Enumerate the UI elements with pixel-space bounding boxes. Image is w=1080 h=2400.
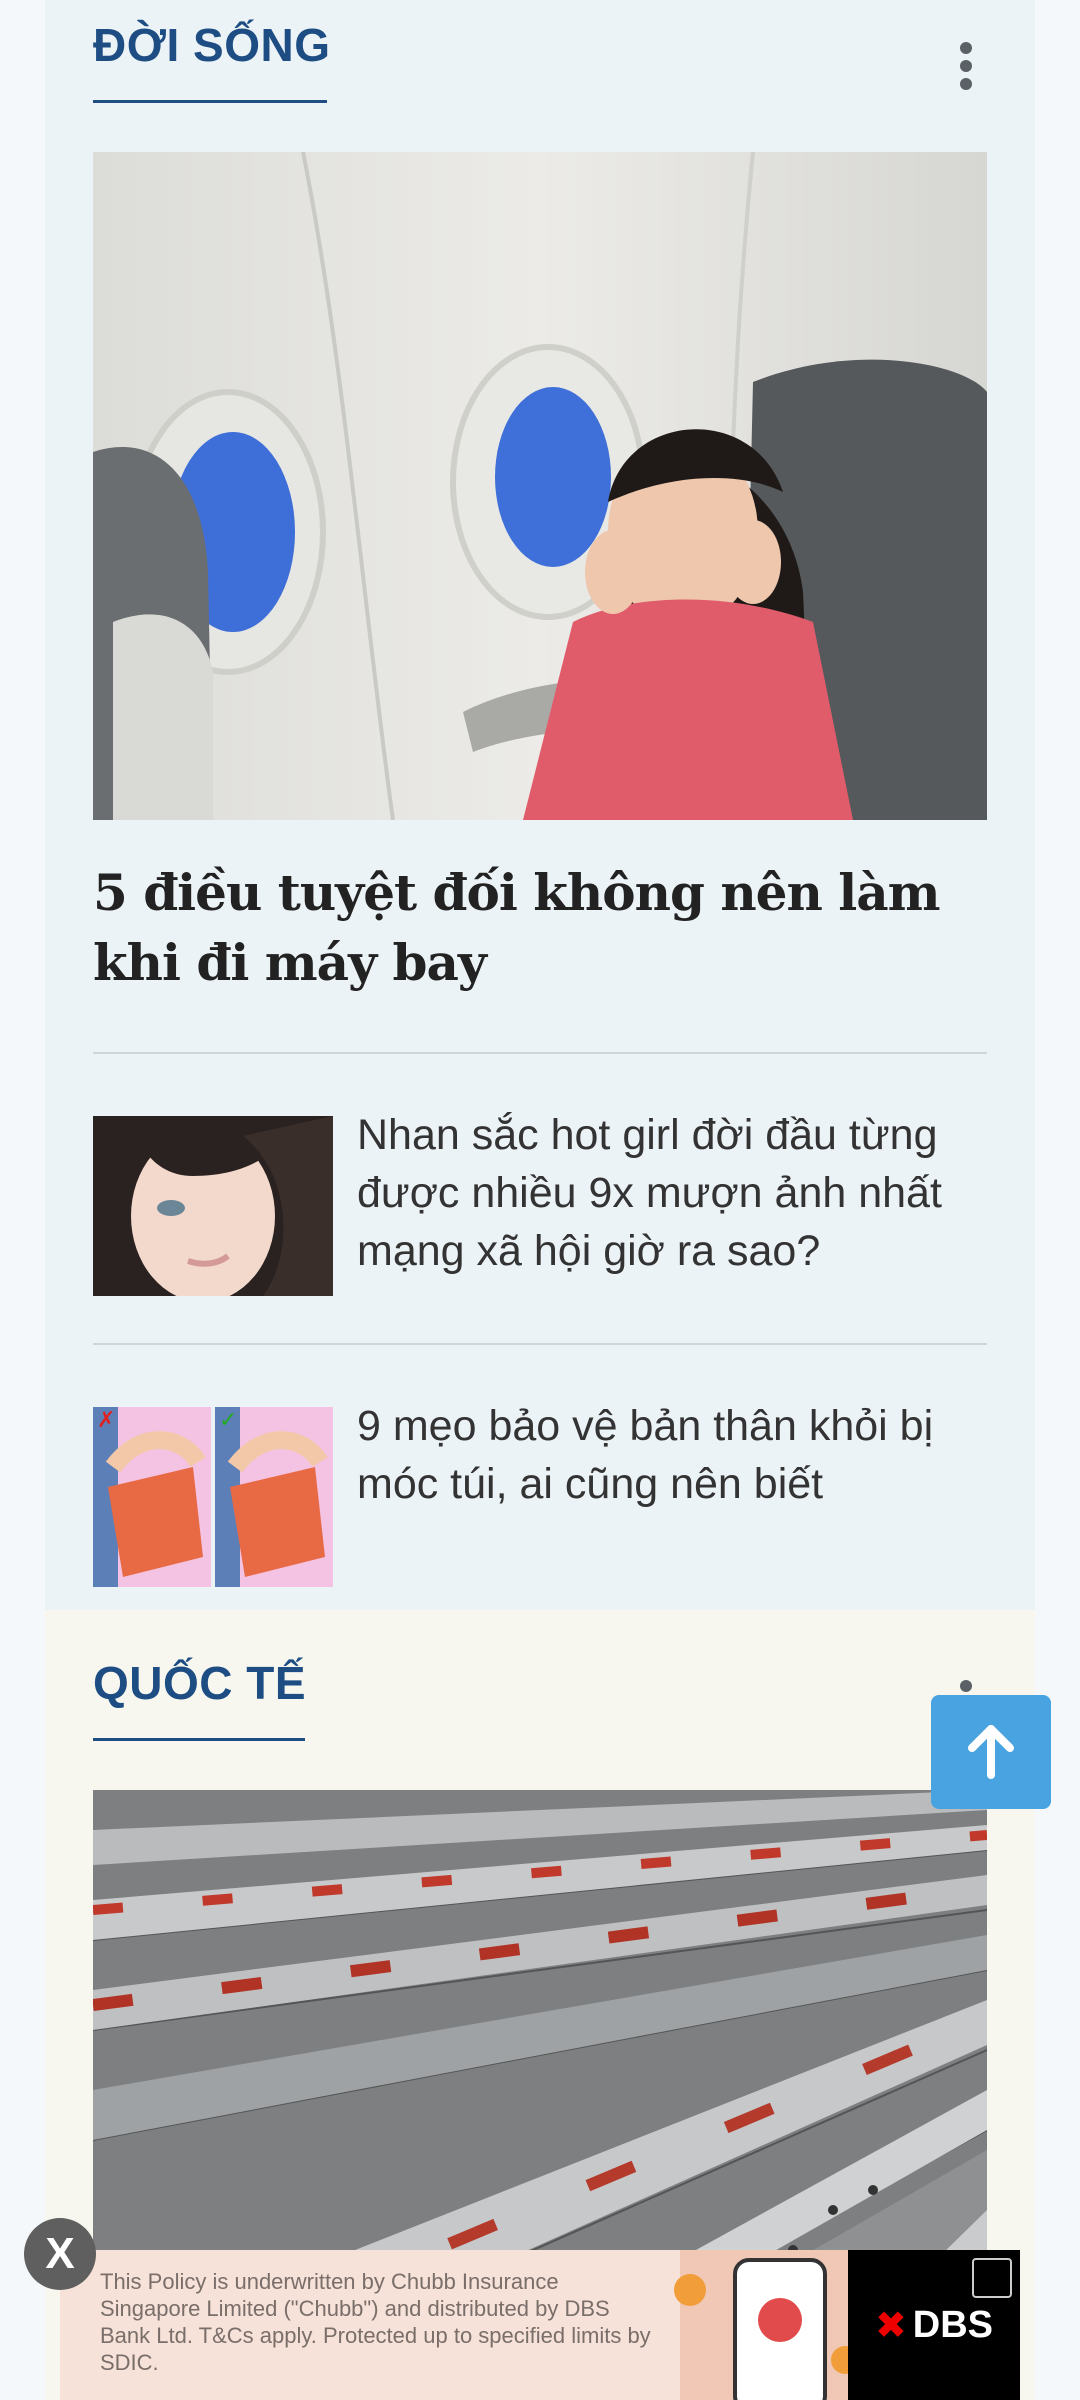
section-title[interactable]: QUỐC TẾ [93,1656,306,1710]
ad-disclaimer-text: This Policy is underwritten by Chubb Ins… [100,2269,651,2375]
article-thumbnail[interactable]: ✗ ✓ [93,1407,333,1587]
main-article-headline[interactable]: 5 điều tuyệt đối không nên làm khi đi má… [93,858,987,998]
dbs-logo-icon: ✖ [874,2304,907,2347]
ad-info-icon[interactable] [972,2258,1012,2298]
svg-text:✗: ✗ [97,1408,115,1433]
portrait-photo-image [93,1116,333,1296]
ad-phone-illustration [674,2250,860,2400]
back-to-top-button[interactable] [931,1695,1051,1809]
pickpocket-illustration-image: ✗ ✓ [93,1407,333,1587]
article-hero-image[interactable] [93,152,987,820]
article-title[interactable]: 9 mẹo bảo vệ bản thân khỏi bị móc túi, a… [357,1397,997,1513]
ad-brand-name: DBS [912,2303,994,2346]
section-title-underline [93,1738,305,1741]
bottom-ad-banner[interactable]: This Policy is underwritten by Chubb Ins… [60,2250,1020,2400]
article-title[interactable]: Nhan sắc hot girl đời đầu từng được nhiề… [357,1106,997,1280]
more-vertical-icon[interactable] [958,42,974,96]
section-title[interactable]: ĐỜI SỐNG [93,18,330,72]
section-doi-song: ĐỜI SỐNG 5 điều tuyệt đối không nên làm … [45,0,1035,1610]
airplane-cabin-image [93,152,987,820]
arrow-up-icon [968,1725,1014,1779]
ad-close-button[interactable]: X [24,2218,96,2290]
section-title-underline [93,100,327,103]
divider [93,1343,987,1345]
svg-text:✓: ✓ [219,1408,237,1433]
divider [93,1052,987,1054]
article-thumbnail[interactable] [93,1116,333,1296]
